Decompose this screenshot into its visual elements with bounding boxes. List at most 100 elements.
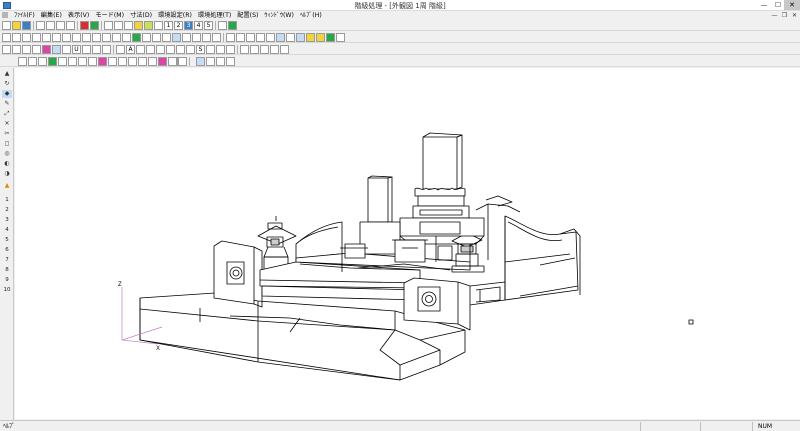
circle-icon[interactable] [206,45,215,54]
measure-icon[interactable] [52,45,61,54]
cube-rotate-icon[interactable] [152,33,161,42]
menu-mode[interactable]: モード(M) [92,11,127,20]
drawing-canvas[interactable]: Z X [15,68,800,419]
layer-icon[interactable] [306,33,315,42]
edit-1-icon[interactable] [240,45,249,54]
line-icon[interactable] [82,45,91,54]
regen-icon[interactable] [296,33,305,42]
properties-icon[interactable] [316,33,325,42]
bezier-icon[interactable] [156,45,165,54]
hidden-line-icon[interactable] [202,33,211,42]
blank-icon[interactable] [154,21,163,30]
menu-dimension[interactable]: 寸法(D) [127,11,155,20]
eraser-icon[interactable] [228,21,237,30]
leader-icon[interactable] [136,45,145,54]
orbit-icon[interactable] [236,33,245,42]
view-section-icon[interactable] [82,33,91,42]
menu-edit[interactable]: 編集(E) [38,11,65,20]
mdi-close-button[interactable]: ✕ [790,11,799,20]
u-shape-icon[interactable]: U [72,45,81,54]
menu-view[interactable]: 表示(V) [65,11,92,20]
magenta-tool-icon[interactable] [42,45,51,54]
circle-tool-icon[interactable] [62,45,71,54]
view-plan-icon[interactable] [72,33,81,42]
view-elevation-icon[interactable] [92,33,101,42]
triangle-tool-icon[interactable]: ▲ [2,70,12,78]
search-icon[interactable] [56,21,65,30]
number-4-button[interactable]: 4 [194,21,203,30]
mdi-minimize-button[interactable]: — [770,11,779,20]
palette-number-3[interactable]: 3 [2,216,12,224]
edit-5-icon[interactable] [280,45,289,54]
layer-5-icon[interactable] [58,57,67,66]
view-iso-icon[interactable] [42,33,51,42]
zoom-icon[interactable] [122,33,131,42]
view-perspective-icon[interactable] [112,33,121,42]
layer-6-icon[interactable] [68,57,77,66]
save-icon[interactable] [22,21,31,30]
menu-environment-settings[interactable]: 環境設定(R) [155,11,195,20]
edit-2-icon[interactable] [250,45,259,54]
curve-icon[interactable] [176,45,185,54]
mirror-tool-icon[interactable]: ✕ [2,120,12,128]
menu-file[interactable]: ﾌｧｲﾙ(F) [11,11,38,20]
s-curve-icon[interactable]: S [196,45,205,54]
light-icon[interactable] [192,33,201,42]
link-icon[interactable] [218,21,227,30]
layer-13-icon[interactable] [138,57,147,66]
red-layer-icon[interactable] [80,21,89,30]
palette-number-1[interactable]: 1 [2,196,12,204]
edit-3-icon[interactable] [260,45,269,54]
number-1-button[interactable]: 1 [164,21,173,30]
open-folder-icon[interactable] [12,21,21,30]
hatch-icon[interactable] [92,45,101,54]
pan-icon[interactable] [226,33,235,42]
layer-1-icon[interactable] [18,57,27,66]
pointer-icon[interactable] [2,45,11,54]
cube-icon[interactable] [142,33,151,42]
arrow-icon[interactable] [146,45,155,54]
object-2-icon[interactable] [206,57,215,66]
zoom-window-icon[interactable] [246,33,255,42]
polyline-icon[interactable] [32,45,41,54]
shade-icon[interactable] [172,33,181,42]
extend-tool-icon[interactable]: ◻ [2,140,12,148]
fillet-tool-icon[interactable]: ◐ [2,160,12,168]
menu-placement[interactable]: 配置(S) [234,11,261,20]
highlight-icon[interactable] [134,21,143,30]
view-front-icon[interactable] [2,33,11,42]
spline-icon[interactable] [166,45,175,54]
palette-number-5[interactable]: 5 [2,236,12,244]
brush-icon[interactable] [22,45,31,54]
view-detail-icon[interactable] [102,33,111,42]
number-5-button[interactable]: 5 [204,21,213,30]
dimension-icon[interactable] [102,45,111,54]
number-2-button[interactable]: 2 [174,21,183,30]
palette-number-9[interactable]: 9 [2,276,12,284]
copy-tool-icon[interactable]: ⤢ [2,110,12,118]
help-icon[interactable] [66,21,75,30]
view-back-icon[interactable] [32,33,41,42]
check-icon[interactable] [132,33,141,42]
wireframe-icon[interactable] [212,33,221,42]
warning-icon[interactable]: ▲ [2,182,12,190]
rotate-tool-icon[interactable]: ↻ [2,80,12,88]
palette-number-4[interactable]: 4 [2,226,12,234]
layer-9-icon[interactable] [98,57,107,66]
mdi-restore-button[interactable]: ❐ [780,11,789,20]
zoom-prev-icon[interactable] [266,33,275,42]
print-icon[interactable] [36,21,45,30]
object-3-icon[interactable] [216,57,225,66]
menu-window[interactable]: ｳｨﾝﾄﾞｳ(W) [261,11,297,20]
view-wire-icon[interactable] [62,33,71,42]
move-tool-icon[interactable]: ✎ [2,100,12,108]
layer-15-icon[interactable] [158,57,167,66]
palette-number-2[interactable]: 2 [2,206,12,214]
snap-icon[interactable] [124,21,133,30]
box-icon[interactable] [162,33,171,42]
layer-7-icon[interactable] [78,57,87,66]
select-tool-icon[interactable]: ◆ [2,90,12,98]
layer-14-icon[interactable] [148,57,157,66]
layer-2-icon[interactable] [28,57,37,66]
layer-12-icon[interactable] [128,57,137,66]
